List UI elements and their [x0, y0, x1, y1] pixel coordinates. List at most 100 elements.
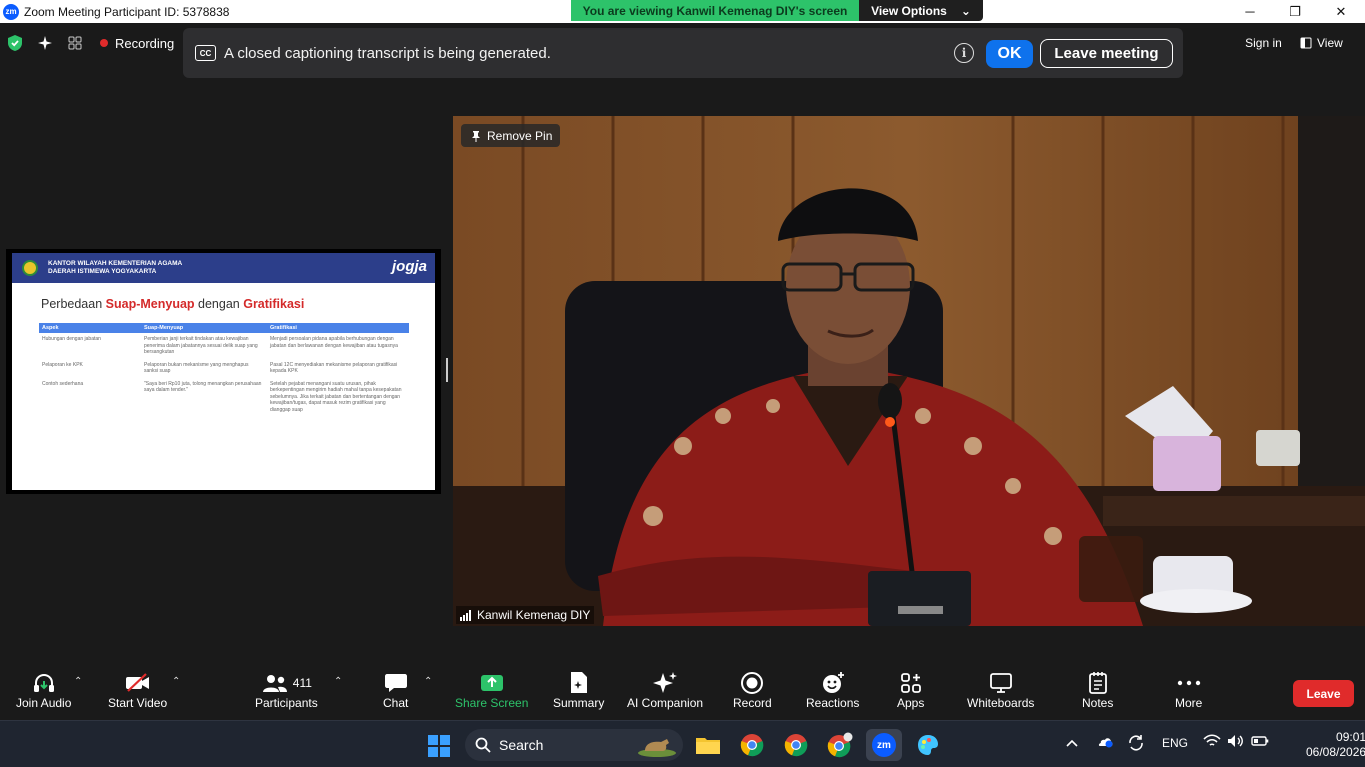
record-button[interactable]: Record	[733, 670, 772, 710]
meeting-info-bar: Recording	[0, 30, 174, 56]
battery-icon[interactable]	[1251, 735, 1269, 750]
ai-companion-button[interactable]: AI Companion	[627, 670, 703, 710]
chrome-icon[interactable]	[739, 732, 765, 758]
join-audio-label: Join Audio	[16, 696, 72, 710]
resize-splitter-handle[interactable]	[446, 358, 448, 382]
shared-screen-view[interactable]: KANTOR WILAYAH KEMENTERIAN AGAMA DAERAH …	[6, 249, 441, 494]
notes-button[interactable]: Notes	[1082, 670, 1113, 710]
org-line-1: KANTOR WILAYAH KEMENTERIAN AGAMA	[48, 260, 183, 267]
windows-start-icon[interactable]	[428, 735, 450, 757]
wifi-icon[interactable]	[1203, 734, 1221, 751]
participant-name-tag: Kanwil Kemenag DIY	[456, 606, 595, 624]
ok-button[interactable]: OK	[986, 40, 1033, 68]
chevron-down-icon: ⌄	[960, 3, 971, 18]
recording-label[interactable]: Recording	[115, 36, 174, 51]
zoom-app-icon[interactable]: zm	[866, 729, 902, 761]
reactions-label: Reactions	[806, 696, 860, 710]
table-row: Pelaporan ke KPK Pelaporan bukan mekanis…	[39, 359, 409, 378]
whiteboard-icon	[989, 670, 1013, 696]
active-speaker-video[interactable]: Remove Pin Kanwil Kemenag DIY	[453, 116, 1365, 626]
participants-options-caret[interactable]: ⌃	[334, 676, 342, 687]
table-cell: Pelaporan bukan mekanisme yang menghapus…	[144, 361, 249, 375]
speaker-video-frame	[453, 116, 1365, 626]
sign-in-button[interactable]: Sign in	[1236, 32, 1291, 54]
minimize-button[interactable]: ─	[1227, 0, 1273, 23]
file-explorer-icon[interactable]	[695, 732, 721, 758]
sync-icon[interactable]	[1127, 734, 1145, 755]
participants-button[interactable]: 411 Participants	[255, 670, 318, 710]
leave-button[interactable]: Leave	[1293, 680, 1354, 707]
table-cell: Pasal 12C menyediakan mekanisme pelapora…	[270, 361, 398, 375]
start-video-label: Start Video	[108, 696, 168, 710]
chat-options-caret[interactable]: ⌃	[424, 676, 432, 687]
system-clock[interactable]: 09:01 06/08/2026	[1306, 730, 1365, 760]
search-icon	[475, 737, 491, 753]
join-audio-button[interactable]: Join Audio	[16, 670, 71, 710]
slide-header: KANTOR WILAYAH KEMENTERIAN AGAMA DAERAH …	[12, 253, 435, 283]
column-header: Suap-Menyuap	[141, 323, 267, 333]
share-screen-button[interactable]: Share Screen	[455, 670, 528, 710]
language-indicator[interactable]: ENG	[1162, 736, 1188, 750]
screen-share-banner: You are viewing Kanwil Kemenag DIY's scr…	[571, 0, 859, 21]
clock-time: 09:01	[1336, 730, 1365, 744]
title-term-1: Suap-Menyuap	[105, 297, 195, 311]
org-line-2: DAERAH ISTIMEWA YOGYAKARTA	[48, 268, 157, 275]
title-term-2: Gratifikasi	[243, 297, 305, 311]
remove-pin-button[interactable]: Remove Pin	[461, 124, 560, 147]
restore-button[interactable]: ❐	[1272, 0, 1318, 23]
participants-count: 411	[292, 676, 312, 690]
notes-icon	[1088, 670, 1108, 696]
summary-doc-icon	[568, 670, 590, 696]
column-header: Gratifikasi	[267, 323, 409, 333]
encryption-shield-icon[interactable]	[0, 30, 30, 56]
ministry-emblem-icon	[22, 260, 38, 276]
window-title: Zoom Meeting Participant ID: 5378838	[24, 4, 230, 19]
tray-overflow-icon[interactable]	[1066, 736, 1078, 750]
comparison-table: Aspek Suap-Menyuap Gratifikasi Hubungan …	[39, 323, 409, 416]
more-dots-icon	[1177, 670, 1201, 696]
leave-meeting-button[interactable]: Leave meeting	[1040, 39, 1173, 68]
whiteboards-button[interactable]: Whiteboards	[967, 670, 1034, 710]
share-screen-label: Share Screen	[455, 696, 529, 710]
chat-label: Chat	[383, 696, 409, 710]
zoom-meeting-window: zm Zoom Meeting Participant ID: 5378838 …	[0, 0, 1365, 767]
table-header-row: Aspek Suap-Menyuap Gratifikasi	[39, 323, 409, 333]
sparkle-icon[interactable]	[30, 30, 60, 56]
table-cell: Menjadi persoalan pidana apabila berhubu…	[270, 336, 398, 349]
chat-button[interactable]: Chat	[383, 670, 408, 710]
close-button[interactable]: ✕	[1318, 0, 1364, 23]
zoom-taskbar-logo: zm	[872, 733, 896, 757]
paint-app-icon[interactable]	[915, 732, 941, 758]
title-mid: dengan	[194, 297, 244, 311]
chat-bubble-icon	[384, 670, 408, 696]
more-label: More	[1175, 696, 1203, 710]
notes-label: Notes	[1082, 696, 1114, 710]
reactions-smiley-icon	[821, 670, 845, 696]
record-label: Record	[733, 696, 772, 710]
share-screen-icon	[480, 670, 504, 696]
grid-view-icon[interactable]	[60, 30, 90, 56]
info-icon[interactable]: i	[954, 43, 974, 63]
view-button[interactable]: View	[1300, 32, 1358, 54]
view-options-button[interactable]: View Options ⌄	[859, 0, 983, 21]
more-button[interactable]: More	[1175, 670, 1202, 710]
volume-icon[interactable]	[1227, 734, 1245, 751]
chrome-alt-profile-icon[interactable]	[827, 732, 853, 758]
record-icon	[740, 670, 764, 696]
reactions-button[interactable]: Reactions	[806, 670, 859, 710]
table-row: Contoh sederhana "Saya beri Rp10 juta, t…	[39, 378, 409, 417]
summary-label: Summary	[553, 696, 605, 710]
taskbar-search[interactable]: Search	[465, 729, 683, 761]
audio-options-caret[interactable]: ⌃	[74, 676, 82, 687]
table-cell: Hubungan dengan jabatan	[42, 336, 101, 342]
apps-button[interactable]: Apps	[897, 670, 924, 710]
video-options-caret[interactable]: ⌃	[172, 676, 180, 687]
summary-button[interactable]: Summary	[553, 670, 604, 710]
table-cell: Pemberian janji terkait tindakan atau ke…	[144, 336, 258, 355]
onedrive-icon[interactable]	[1096, 734, 1114, 751]
participants-icon: 411	[261, 670, 312, 696]
start-video-button[interactable]: Start Video	[108, 670, 167, 710]
column-header: Aspek	[39, 323, 141, 333]
chrome-profile-icon[interactable]	[783, 732, 809, 758]
participant-name: Kanwil Kemenag DIY	[477, 608, 591, 622]
